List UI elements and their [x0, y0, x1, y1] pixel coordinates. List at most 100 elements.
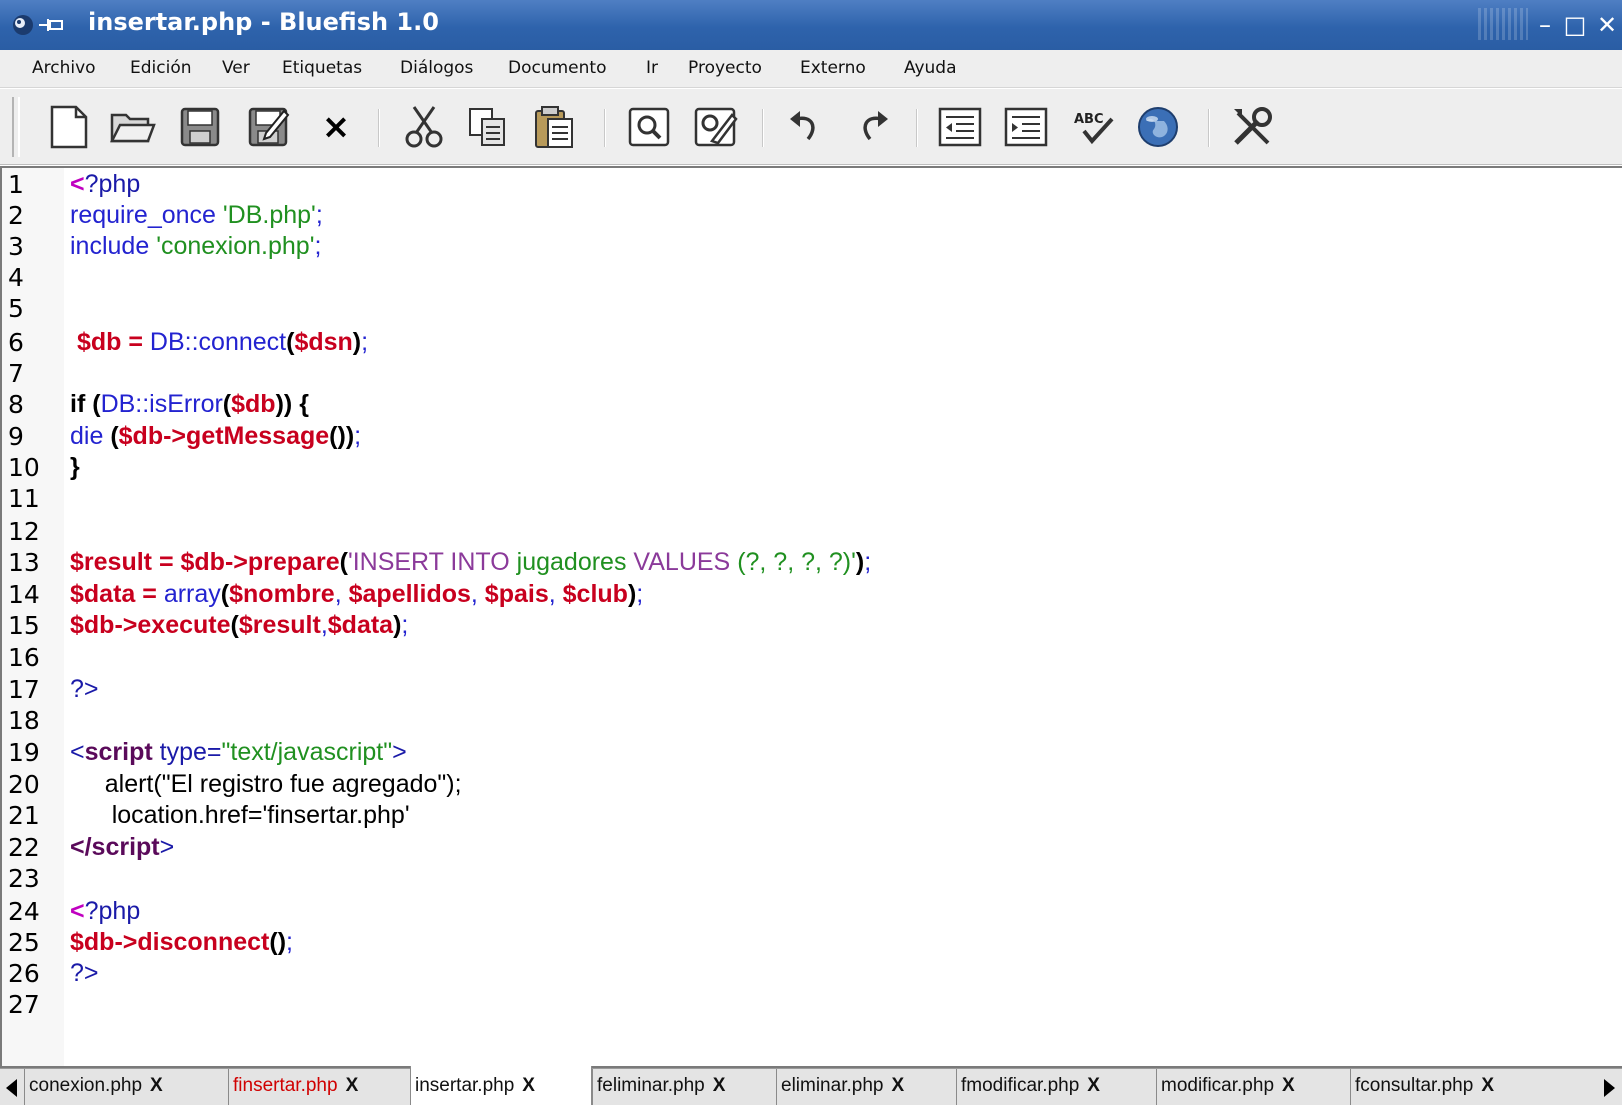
cut-button[interactable] — [400, 103, 448, 151]
line-number: 21 — [8, 801, 40, 830]
tab-conexion-php[interactable]: conexion.php X — [24, 1069, 232, 1105]
code-token: ; — [361, 328, 369, 356]
tab-close-icon[interactable]: X — [150, 1075, 163, 1096]
svg-text:ABC: ABC — [1074, 112, 1104, 127]
line-number: 1 — [8, 170, 24, 199]
code-token: $apellidos — [348, 580, 471, 608]
code-token: ; — [354, 422, 362, 450]
code-token: ?> — [70, 675, 99, 703]
save-button[interactable] — [176, 103, 224, 151]
paste-button[interactable] — [530, 103, 578, 151]
tab-fmodificar-php[interactable]: fmodificar.php X — [956, 1069, 1156, 1105]
toolbar-separator — [378, 109, 380, 147]
maximize-button[interactable]: □ — [1560, 10, 1590, 40]
code-token: jugadores — [516, 548, 627, 576]
menu-externo[interactable]: Externo — [800, 58, 866, 78]
replace-button[interactable] — [692, 103, 740, 151]
code-token: 'conexion.php' — [156, 232, 315, 260]
redo-button[interactable] — [848, 103, 896, 151]
code-editor[interactable]: 1 2 3 4 5 6 7 8 9 10 11 12 13 14 15 16 1… — [0, 166, 1622, 1068]
save-as-button[interactable] — [244, 103, 292, 151]
open-file-button[interactable] — [108, 103, 156, 151]
line-number: 16 — [8, 643, 40, 672]
code-token: </script — [70, 833, 160, 861]
tab-close-icon[interactable]: X — [1087, 1075, 1100, 1096]
code-line-8: if (DB::isError($db)) { — [70, 388, 309, 421]
toolbar-handle[interactable] — [12, 97, 20, 157]
code-token: $result — [238, 611, 321, 639]
code-token: ( — [220, 580, 230, 608]
find-button[interactable] — [626, 103, 674, 151]
indent-button[interactable] — [1002, 103, 1050, 151]
preview-browser-button[interactable] — [1134, 103, 1182, 151]
menu-proyecto[interactable]: Proyecto — [688, 58, 762, 78]
menu-dialogos[interactable]: Diálogos — [400, 58, 473, 78]
tab-close-icon[interactable]: X — [1282, 1075, 1295, 1096]
redo-icon — [863, 111, 888, 141]
undo-button[interactable] — [782, 103, 830, 151]
spell-check-button[interactable]: ABC — [1070, 103, 1118, 151]
tab-close-icon[interactable]: X — [346, 1075, 359, 1096]
code-token: ; — [864, 548, 872, 576]
pin-icon[interactable] — [38, 17, 64, 33]
tab-insertar-php[interactable]: insertar.php X — [410, 1066, 592, 1105]
code-token: include — [70, 232, 150, 260]
menu-documento[interactable]: Documento — [508, 58, 606, 78]
menu-ver[interactable]: Ver — [222, 58, 250, 78]
undo-icon — [790, 111, 815, 141]
tab-feliminar-php[interactable]: feliminar.php X — [592, 1069, 776, 1105]
code-token: location.href='finsertar.php' — [111, 801, 410, 829]
menu-archivo[interactable]: Archivo — [32, 58, 96, 78]
code-line-10: } — [70, 451, 80, 484]
close-window-button[interactable]: ✕ — [1592, 10, 1622, 40]
tab-close-icon[interactable]: X — [891, 1075, 904, 1096]
tab-scroll-left-icon[interactable] — [6, 1079, 17, 1097]
tab-close-icon[interactable]: X — [713, 1075, 726, 1096]
line-number: 23 — [8, 864, 40, 893]
code-token: 'DB.php' — [222, 201, 316, 229]
tab-fconsultar-php[interactable]: fconsultar.php X — [1350, 1069, 1546, 1105]
globe-icon — [1138, 107, 1178, 147]
preferences-button[interactable] — [1228, 103, 1276, 151]
code-token: , — [320, 611, 328, 639]
title-grip — [1478, 8, 1528, 40]
code-token: $club — [562, 580, 628, 608]
tab-close-icon[interactable]: X — [1481, 1075, 1494, 1096]
code-token: require_once — [70, 201, 216, 229]
tab-finsertar-php[interactable]: finsertar.php X — [228, 1069, 410, 1105]
tab-label: modificar.php — [1161, 1075, 1275, 1096]
code-line-3: include 'conexion.php'; — [70, 230, 321, 263]
menu-edicion[interactable]: Edición — [130, 58, 192, 78]
code-token: < — [70, 897, 85, 925]
save-as-icon — [248, 107, 290, 147]
menu-ir[interactable]: Ir — [646, 58, 658, 78]
code-token: die — [70, 422, 104, 450]
tab-close-icon[interactable]: X — [522, 1075, 535, 1096]
menu-ayuda[interactable]: Ayuda — [904, 58, 957, 78]
minimize-button[interactable]: – — [1530, 10, 1560, 40]
line-number: 17 — [8, 675, 40, 704]
bluefish-app-icon[interactable] — [12, 14, 34, 36]
code-token: = — [128, 328, 143, 356]
code-token: ) — [283, 390, 293, 418]
code-token: ; — [286, 928, 293, 956]
tab-scroll-right-icon[interactable] — [1604, 1079, 1615, 1097]
tab-eliminar-php[interactable]: eliminar.php X — [776, 1069, 956, 1105]
code-line-9: die ($db->getMessage()); — [70, 420, 361, 453]
unindent-button[interactable] — [936, 103, 984, 151]
window-title: insertar.php - Bluefish 1.0 — [88, 8, 439, 36]
code-token: 'INSERT INTO — [347, 548, 510, 576]
menu-etiquetas[interactable]: Etiquetas — [282, 58, 362, 78]
indent-icon — [1004, 107, 1048, 147]
line-number: 6 — [8, 328, 24, 357]
close-file-button[interactable]: × — [312, 103, 360, 151]
code-token: $pais — [484, 580, 549, 608]
code-token: ( — [92, 390, 101, 418]
line-number: 12 — [8, 517, 40, 546]
code-token: ?> — [70, 959, 99, 987]
title-bar[interactable]: insertar.php - Bluefish 1.0 – □ ✕ — [0, 0, 1622, 50]
new-file-button[interactable] — [44, 103, 92, 151]
code-token: } — [70, 453, 80, 481]
copy-button[interactable] — [464, 103, 512, 151]
tab-modificar-php[interactable]: modificar.php X — [1156, 1069, 1350, 1105]
